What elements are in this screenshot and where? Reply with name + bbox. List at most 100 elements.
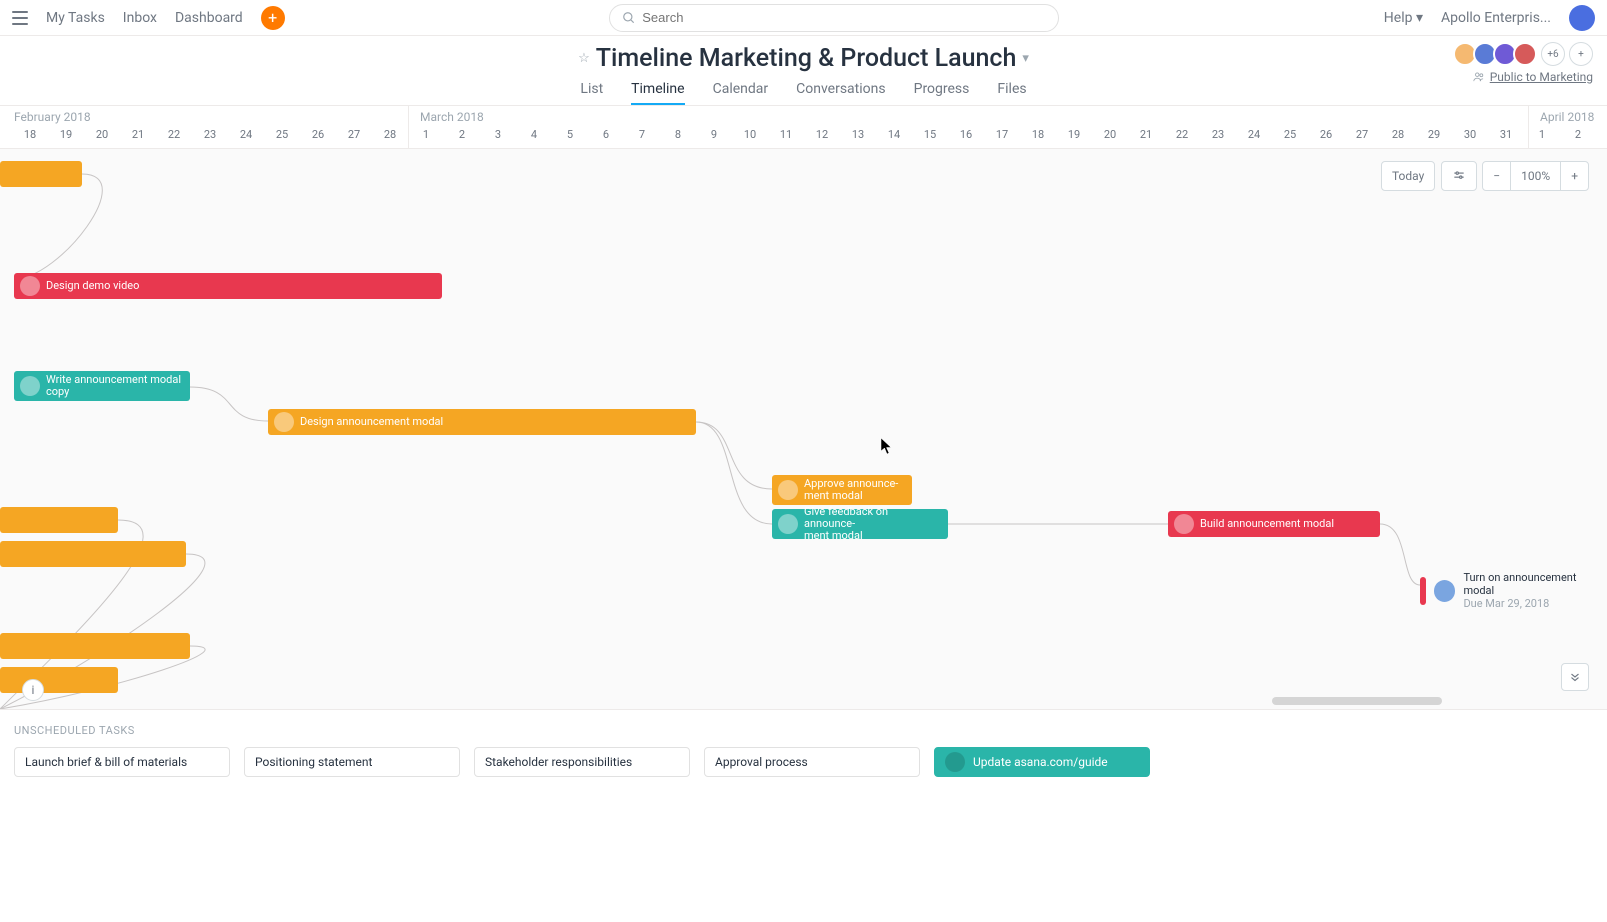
people-icon (1472, 70, 1486, 84)
task-bar[interactable] (0, 541, 186, 567)
info-icon[interactable]: i (22, 679, 44, 701)
timeline-body[interactable]: Today − 100% + Design demo video Write an… (0, 149, 1607, 709)
day-label: 12 (806, 128, 838, 141)
unscheduled-card[interactable]: Positioning statement (244, 747, 460, 777)
create-button[interactable]: + (261, 6, 285, 30)
day-label: 3 (1598, 128, 1607, 141)
task-bar[interactable]: Approve announce-ment modal (772, 475, 912, 505)
double-chevron-down-icon (1568, 670, 1582, 684)
project-title[interactable]: Timeline Marketing & Product Launch (596, 44, 1017, 73)
unscheduled-card[interactable]: Approval process (704, 747, 920, 777)
day-label: 2 (1562, 128, 1594, 141)
task-bar[interactable]: Write announcement modal copy (14, 371, 190, 401)
day-label: 1 (410, 128, 442, 141)
day-label: 15 (914, 128, 946, 141)
day-label: 20 (86, 128, 118, 141)
day-label: 24 (1238, 128, 1270, 141)
month-separator (408, 106, 409, 148)
day-label: 28 (374, 128, 406, 141)
tab-files[interactable]: Files (997, 81, 1026, 105)
task-label: Write announcement modal copy (46, 374, 184, 398)
project-privacy[interactable]: Public to Marketing (1472, 70, 1593, 84)
zoom-out-button[interactable]: − (1482, 161, 1511, 191)
unscheduled-label: Stakeholder responsibilities (485, 755, 632, 769)
menu-icon[interactable] (12, 11, 28, 25)
horizontal-scrollbar[interactable] (1272, 697, 1442, 705)
task-bar[interactable] (0, 667, 118, 693)
task-bar[interactable]: Build announcement modal (1168, 511, 1380, 537)
member-avatar[interactable] (1513, 42, 1537, 66)
unscheduled-section: UNSCHEDULED TASKS Launch brief & bill of… (0, 709, 1607, 777)
tab-list[interactable]: List (580, 81, 603, 105)
day-label: 27 (338, 128, 370, 141)
chevron-down-icon[interactable]: ▾ (1022, 51, 1029, 66)
day-label: 23 (194, 128, 226, 141)
day-label: 19 (50, 128, 82, 141)
task-bar[interactable]: Design demo video (14, 273, 442, 299)
top-nav: My Tasks Inbox Dashboard + Help ▾ Apollo… (0, 0, 1607, 36)
tab-progress[interactable]: Progress (914, 81, 970, 105)
day-label: 25 (266, 128, 298, 141)
collapse-button[interactable] (1561, 663, 1589, 691)
day-label: 13 (842, 128, 874, 141)
milestone-task[interactable]: Turn on announcement modal Due Mar 29, 2… (1420, 571, 1607, 610)
task-bar[interactable] (0, 507, 118, 533)
unscheduled-card[interactable]: Stakeholder responsibilities (474, 747, 690, 777)
day-label: 27 (1346, 128, 1378, 141)
assignee-avatar (778, 514, 798, 534)
day-label: 21 (1130, 128, 1162, 141)
workspace-menu[interactable]: Apollo Enterpris... (1441, 10, 1551, 26)
user-avatar[interactable] (1569, 5, 1595, 31)
task-bar[interactable]: Give feedback on announce-ment modal (772, 509, 948, 539)
cursor-icon (880, 437, 894, 459)
zoom-level: 100% (1510, 161, 1561, 191)
day-label: 28 (1382, 128, 1414, 141)
assignee-avatar (945, 752, 965, 772)
tab-timeline[interactable]: Timeline (631, 81, 684, 105)
task-label: Build announcement modal (1200, 518, 1334, 530)
search-field[interactable] (609, 4, 1059, 32)
month-label: April 2018 (1540, 110, 1594, 124)
help-menu[interactable]: Help ▾ (1384, 10, 1423, 26)
day-label: 26 (1310, 128, 1342, 141)
nav-inbox[interactable]: Inbox (123, 10, 157, 26)
milestone-title: Turn on announcement modal (1463, 571, 1607, 597)
day-label: 5 (554, 128, 586, 141)
day-label: 8 (662, 128, 694, 141)
month-label: March 2018 (420, 110, 484, 124)
project-header: ☆ Timeline Marketing & Product Launch ▾ … (0, 36, 1607, 105)
task-label: Approve announce-ment modal (804, 478, 898, 502)
search-icon (622, 11, 636, 25)
unscheduled-card[interactable]: Launch brief & bill of materials (14, 747, 230, 777)
day-label: 22 (158, 128, 190, 141)
day-label: 14 (878, 128, 910, 141)
task-bar[interactable]: Design announcement modal (268, 409, 696, 435)
unscheduled-label: Approval process (715, 755, 808, 769)
assignee-avatar (778, 480, 798, 500)
day-label: 29 (1418, 128, 1450, 141)
day-label: 18 (1022, 128, 1054, 141)
nav-my-tasks[interactable]: My Tasks (46, 10, 105, 26)
assignee-avatar (1434, 580, 1456, 602)
day-label: 2 (446, 128, 478, 141)
day-label: 11 (770, 128, 802, 141)
nav-dashboard[interactable]: Dashboard (175, 10, 243, 26)
unscheduled-title: UNSCHEDULED TASKS (14, 724, 1593, 737)
day-label: 3 (482, 128, 514, 141)
add-member-button[interactable]: + (1569, 42, 1593, 66)
task-label: Give feedback on announce-ment modal (804, 506, 942, 542)
tab-conversations[interactable]: Conversations (796, 81, 885, 105)
star-icon[interactable]: ☆ (578, 51, 590, 66)
unscheduled-card[interactable]: Update asana.com/guide (934, 747, 1150, 777)
task-bar[interactable] (0, 633, 190, 659)
day-label: 21 (122, 128, 154, 141)
tab-calendar[interactable]: Calendar (713, 81, 769, 105)
day-label: 1 (1526, 128, 1558, 141)
filter-button[interactable] (1441, 161, 1477, 191)
day-label: 31 (1490, 128, 1522, 141)
zoom-in-button[interactable]: + (1560, 161, 1589, 191)
member-overflow[interactable]: +6 (1541, 42, 1565, 66)
today-button[interactable]: Today (1381, 161, 1435, 191)
day-label: 20 (1094, 128, 1126, 141)
task-bar[interactable] (0, 161, 82, 187)
